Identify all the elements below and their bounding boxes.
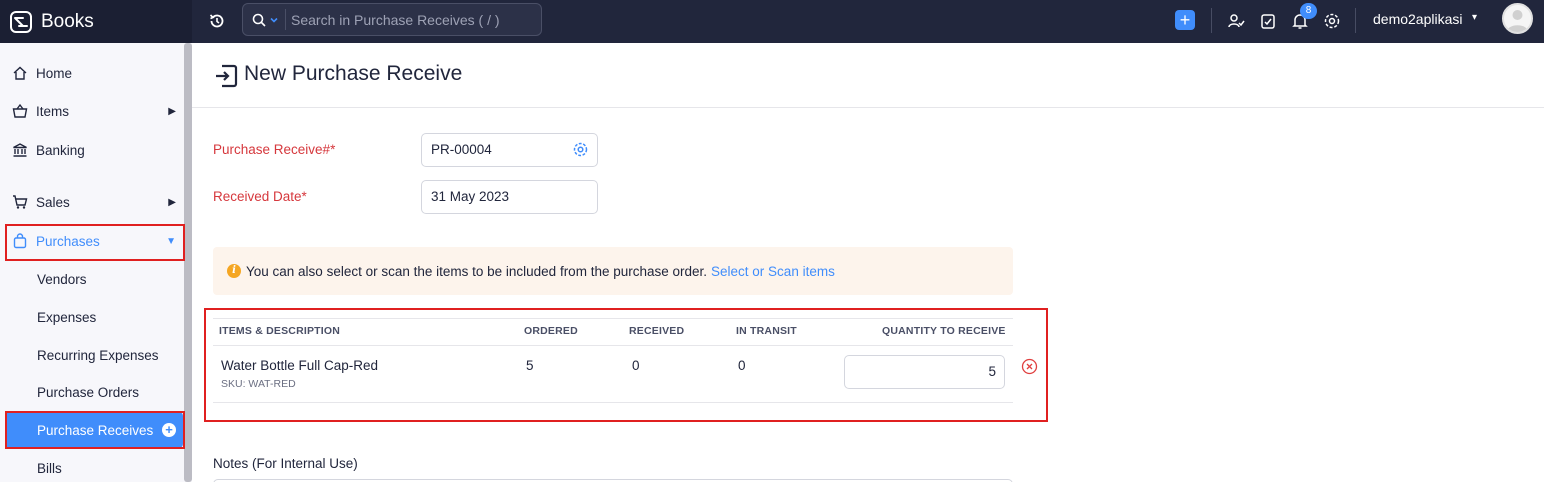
- column-header: IN TRANSIT: [736, 325, 797, 337]
- avatar[interactable]: [1502, 3, 1533, 34]
- info-icon: i: [227, 264, 241, 278]
- divider: [1211, 8, 1212, 33]
- org-switcher[interactable]: demo2aplikasi: [1373, 11, 1463, 27]
- search-scope-dropdown[interactable]: [243, 9, 286, 30]
- add-purchase-receive-icon[interactable]: +: [162, 423, 176, 437]
- basket-icon: [11, 102, 29, 120]
- received-date-field[interactable]: 31 May 2023: [421, 180, 598, 214]
- gear-icon[interactable]: [572, 141, 589, 158]
- received-qty: 0: [632, 358, 640, 373]
- ordered-qty: 5: [526, 358, 534, 373]
- bank-icon: [11, 141, 29, 159]
- books-logo-icon: [10, 10, 32, 33]
- sidebar-subitem-vendors[interactable]: Vendors: [0, 261, 184, 297]
- sidebar-subitem-expenses[interactable]: Expenses: [0, 299, 184, 335]
- in-transit-qty: 0: [738, 358, 746, 373]
- info-banner: i You can also select or scan the items …: [213, 247, 1013, 295]
- remove-row-icon[interactable]: [1021, 358, 1038, 375]
- purchase-receive-number-label: Purchase Receive#*: [213, 142, 336, 157]
- sidebar-subitem-bills[interactable]: Bills: [0, 450, 184, 482]
- sidebar-item-sales[interactable]: Sales ▶: [0, 184, 184, 220]
- quick-create-button[interactable]: +: [1175, 10, 1195, 30]
- app-name: Books: [41, 10, 94, 32]
- divider: [1355, 8, 1356, 33]
- users-icon[interactable]: [1225, 10, 1247, 32]
- home-icon: [11, 64, 29, 82]
- chevron-right-icon: ▶: [168, 105, 176, 117]
- sidebar-item-label: Purchases: [36, 233, 100, 249]
- chevron-right-icon: ▶: [168, 196, 176, 208]
- settings-gear-icon[interactable]: [1321, 10, 1343, 32]
- search-input[interactable]: [286, 11, 536, 28]
- info-banner-text: You can also select or scan the items to…: [246, 263, 708, 279]
- bag-icon: [11, 232, 29, 250]
- sidebar-item-label: Items: [36, 103, 70, 119]
- purchase-receive-icon: [216, 64, 238, 88]
- sidebar-item-label: Purchase Receives: [37, 422, 154, 438]
- sidebar-item-home[interactable]: Home: [0, 55, 184, 91]
- sidebar-item-label: Sales: [36, 194, 70, 210]
- item-name: Water Bottle Full Cap-Red: [221, 358, 379, 373]
- divider: [213, 402, 1013, 403]
- sidebar-scrollbar[interactable]: [184, 43, 192, 482]
- notification-badge: 8: [1300, 3, 1317, 19]
- column-header: ITEMS & DESCRIPTION: [219, 325, 341, 337]
- chevron-down-icon[interactable]: ▾: [1472, 12, 1477, 23]
- column-header: RECEIVED: [629, 325, 685, 337]
- sidebar-item-label: Banking: [36, 142, 85, 158]
- chevron-down-icon: ▼: [166, 235, 176, 247]
- sidebar-subitem-recurring-expenses[interactable]: Recurring Expenses: [0, 337, 184, 373]
- sidebar-subitem-purchase-orders[interactable]: Purchase Orders: [0, 374, 184, 410]
- chevron-down-icon: [270, 17, 278, 23]
- sidebar-item-purchases[interactable]: Purchases ▼: [0, 223, 184, 259]
- search-icon: [252, 13, 266, 27]
- sidebar-item-banking[interactable]: Banking: [0, 132, 184, 168]
- sidebar-item-items[interactable]: Items ▶: [0, 93, 184, 129]
- history-icon[interactable]: [205, 9, 229, 33]
- tasks-icon[interactable]: [1257, 10, 1279, 32]
- brand[interactable]: Books: [0, 0, 192, 43]
- global-search[interactable]: [242, 3, 542, 36]
- quantity-to-receive-input[interactable]: 5: [844, 355, 1005, 389]
- column-header: QUANTITY TO RECEIVE: [882, 325, 1006, 337]
- select-scan-items-link[interactable]: Select or Scan items: [711, 264, 835, 279]
- sidebar-subitem-purchase-receives[interactable]: Purchase Receives +: [5, 412, 183, 448]
- column-header: ORDERED: [524, 325, 578, 337]
- received-date-label: Received Date*: [213, 189, 307, 204]
- sidebar-item-label: Home: [36, 65, 73, 81]
- item-sku: SKU: WAT-RED: [221, 378, 296, 390]
- cart-icon: [11, 193, 29, 211]
- notes-label: Notes (For Internal Use): [213, 456, 358, 471]
- page-title: New Purchase Receive: [244, 62, 463, 85]
